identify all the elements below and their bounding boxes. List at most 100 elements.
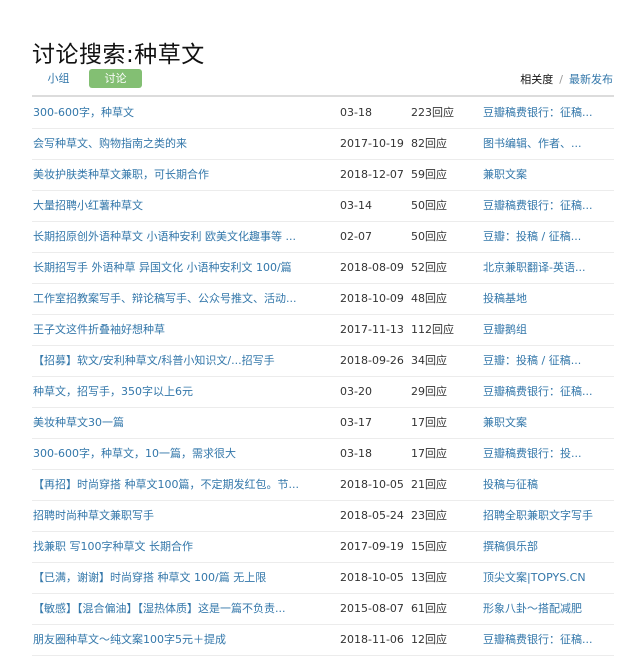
- table-row: 会写种草文、购物指南之类的来 2017-10-19 82回应 图书编辑、作者、...: [32, 129, 614, 160]
- topic-title-link[interactable]: 300-600字，种草文，10一篇，需求很大: [33, 439, 333, 469]
- topic-title-link[interactable]: 【敏感】【混合偏油】【湿热体质】这是一篇不负责...: [33, 594, 333, 624]
- table-row: 【再招】时尚穿搭 种草文100篇，不定期发红包。节... 2018-10-05 21…: [32, 470, 614, 501]
- table-row: 长期招原创外语种草文 小语种安利 欧美文化趣事等 ... 02-07 50回应 豆瓣：…: [32, 222, 614, 253]
- group-name-link[interactable]: 投稿基地: [483, 284, 595, 314]
- topic-title-link[interactable]: 大量招聘小红薯种草文: [33, 191, 333, 221]
- reply-count: 50回应: [411, 230, 447, 243]
- topic-title-link[interactable]: 招聘时尚种草文兼职写手: [33, 501, 333, 531]
- reply-count: 13回应: [411, 571, 447, 584]
- sort-latest-link[interactable]: 最新发布: [569, 73, 613, 86]
- topic-time: 2018-08-09: [340, 261, 404, 274]
- reply-count: 23回应: [411, 509, 447, 522]
- reply-count: 82回应: [411, 137, 447, 150]
- page-title: 讨论搜索:种草文: [32, 42, 205, 69]
- table-row: 【敏感】【混合偏油】【湿热体质】这是一篇不负责... 2015-08-07 61回应…: [32, 594, 614, 625]
- reply-count: 21回应: [411, 478, 447, 491]
- reply-count: 17回应: [411, 447, 447, 460]
- topic-title-link[interactable]: 王子文这件折叠袖好想种草: [33, 315, 333, 345]
- group-name-link[interactable]: 招聘全职兼职文字写手: [483, 501, 595, 531]
- topic-title-link[interactable]: 工作室招教案写手、辩论稿写手、公众号推文、活动...: [33, 284, 333, 314]
- topic-title-link[interactable]: 找兼职 写100字种草文 长期合作: [33, 532, 333, 562]
- topic-title-link[interactable]: 种草文，招写手，350字以上6元: [33, 377, 333, 407]
- topic-time: 2017-09-19: [340, 540, 404, 553]
- group-name-link[interactable]: 豆瓣鹅组: [483, 315, 595, 345]
- reply-count: 59回应: [411, 168, 447, 181]
- topic-time: 2018-09-26: [340, 354, 404, 367]
- group-name-link[interactable]: 豆瓣：投稿 / 征稿...: [483, 222, 595, 252]
- table-row: 王子文这件折叠袖好想种草 2017-11-13 112回应 豆瓣鹅组: [32, 315, 614, 346]
- topic-time: 2018-11-06: [340, 633, 404, 646]
- topic-time: 2018-12-07: [340, 168, 404, 181]
- topic-title-link[interactable]: 300-600字，种草文: [33, 98, 333, 128]
- tab-group[interactable]: 小组: [37, 69, 80, 88]
- topic-time: 2015-08-07: [340, 602, 404, 615]
- table-row: 美妆种草文30一篇 03-17 17回应 兼职文案: [32, 408, 614, 439]
- table-row: 【已满，谢谢】时尚穿搭 种草文 100/篇 无上限 2018-10-05 13回应 顶…: [32, 563, 614, 594]
- group-name-link[interactable]: 豆瓣稿费银行：征稿...: [483, 191, 595, 221]
- topic-time: 03-18: [340, 106, 372, 119]
- topic-time: 2018-05-24: [340, 509, 404, 522]
- group-name-link[interactable]: 豆瓣稿费银行：征稿...: [483, 377, 595, 407]
- table-row: 【招募】软文/安利种草文/科普小知识文/...招写手 2018-09-26 34回应…: [32, 346, 614, 377]
- topic-title-link[interactable]: 【再招】时尚穿搭 种草文100篇，不定期发红包。节...: [33, 470, 333, 500]
- topic-title-link[interactable]: 会写种草文、购物指南之类的来: [33, 129, 333, 159]
- sort-options: 相关度 / 最新发布: [520, 71, 613, 87]
- group-name-link[interactable]: 豆瓣稿费银行：征稿...: [483, 625, 595, 655]
- reply-count: 50回应: [411, 199, 447, 212]
- reply-count: 52回应: [411, 261, 447, 274]
- table-row: 找兼职 写100字种草文 长期合作 2017-09-19 15回应 撰稿俱乐部: [32, 532, 614, 563]
- results-table: 300-600字，种草文 03-18 223回应 豆瓣稿费银行：征稿... 会写种草文、…: [32, 98, 614, 656]
- group-name-link[interactable]: 兼职文案: [483, 408, 595, 438]
- topic-time: 2018-10-09: [340, 292, 404, 305]
- reply-count: 17回应: [411, 416, 447, 429]
- group-name-link[interactable]: 豆瓣：投稿 / 征稿...: [483, 346, 595, 376]
- sort-separator: /: [559, 73, 563, 86]
- topic-time: 2017-11-13: [340, 323, 404, 336]
- topic-title-link[interactable]: 美妆种草文30一篇: [33, 408, 333, 438]
- table-row: 种草文，招写手，350字以上6元 03-20 29回应 豆瓣稿费银行：征稿...: [32, 377, 614, 408]
- topic-time: 2017-10-19: [340, 137, 404, 150]
- group-name-link[interactable]: 撰稿俱乐部: [483, 532, 595, 562]
- table-row: 工作室招教案写手、辩论稿写手、公众号推文、活动... 2018-10-09 48回应…: [32, 284, 614, 315]
- topic-title-link[interactable]: 【招募】软文/安利种草文/科普小知识文/...招写手: [33, 346, 333, 376]
- group-name-link[interactable]: 图书编辑、作者、...: [483, 129, 595, 159]
- group-name-link[interactable]: 顶尖文案|TOPYS.CN: [483, 563, 595, 593]
- topic-title-link[interactable]: 美妆护肤类种草文兼职，可长期合作: [33, 160, 333, 190]
- topic-title-link[interactable]: 长期招原创外语种草文 小语种安利 欧美文化趣事等 ...: [33, 222, 333, 252]
- tab-discussion[interactable]: 讨论: [89, 69, 142, 88]
- topic-time: 03-17: [340, 416, 372, 429]
- group-name-link[interactable]: 形象八卦～搭配减肥: [483, 594, 595, 624]
- topic-time: 2018-10-05: [340, 571, 404, 584]
- search-page: 讨论搜索:种草文 小组 讨论 相关度 / 最新发布 300-600字，种草文 03-1…: [0, 0, 630, 656]
- table-row: 300-600字，种草文，10一篇，需求很大 03-18 17回应 豆瓣稿费银行：投.…: [32, 439, 614, 470]
- group-name-link[interactable]: 豆瓣稿费银行：征稿...: [483, 98, 595, 128]
- group-name-link[interactable]: 兼职文案: [483, 160, 595, 190]
- table-row: 招聘时尚种草文兼职写手 2018-05-24 23回应 招聘全职兼职文字写手: [32, 501, 614, 532]
- reply-count: 15回应: [411, 540, 447, 553]
- topic-title-link[interactable]: 朋友圈种草文～纯文案100字5元＋提成: [33, 625, 333, 655]
- table-row: 300-600字，种草文 03-18 223回应 豆瓣稿费银行：征稿...: [32, 98, 614, 129]
- table-top-divider: [32, 95, 614, 97]
- topic-time: 03-20: [340, 385, 372, 398]
- reply-count: 34回应: [411, 354, 447, 367]
- table-row: 美妆护肤类种草文兼职，可长期合作 2018-12-07 59回应 兼职文案: [32, 160, 614, 191]
- sort-relevance: 相关度: [520, 73, 554, 86]
- reply-count: 48回应: [411, 292, 447, 305]
- table-row: 朋友圈种草文～纯文案100字5元＋提成 2018-11-06 12回应 豆瓣稿费银行：…: [32, 625, 614, 656]
- reply-count: 61回应: [411, 602, 447, 615]
- topic-title-link[interactable]: 【已满，谢谢】时尚穿搭 种草文 100/篇 无上限: [33, 563, 333, 593]
- table-row: 大量招聘小红薯种草文 03-14 50回应 豆瓣稿费银行：征稿...: [32, 191, 614, 222]
- topic-time: 2018-10-05: [340, 478, 404, 491]
- topic-title-link[interactable]: 长期招写手 外语种草 异国文化 小语种安利文 100/篇: [33, 253, 333, 283]
- group-name-link[interactable]: 投稿与征稿: [483, 470, 595, 500]
- topic-time: 03-14: [340, 199, 372, 212]
- topic-time: 02-07: [340, 230, 372, 243]
- reply-count: 223回应: [411, 106, 454, 119]
- group-name-link[interactable]: 豆瓣稿费银行：投...: [483, 439, 595, 469]
- reply-count: 12回应: [411, 633, 447, 646]
- reply-count: 112回应: [411, 323, 454, 336]
- group-name-link[interactable]: 北京兼职翻译-英语...: [483, 253, 595, 283]
- reply-count: 29回应: [411, 385, 447, 398]
- topic-time: 03-18: [340, 447, 372, 460]
- table-row: 长期招写手 外语种草 异国文化 小语种安利文 100/篇 2018-08-09 52…: [32, 253, 614, 284]
